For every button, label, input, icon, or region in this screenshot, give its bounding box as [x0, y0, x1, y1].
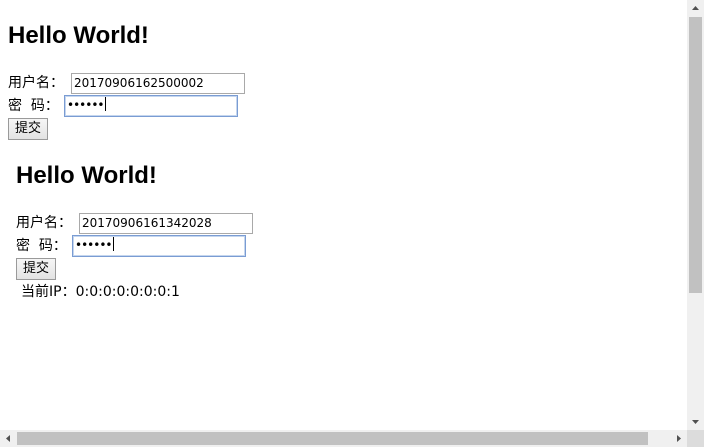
password-label-1: 密 码： [8, 98, 59, 114]
current-ip-label: 当前IP： [21, 284, 76, 300]
username-label-2: 用户名： [16, 215, 72, 231]
username-value-2: 20170906161342028 [82, 216, 212, 230]
text-caret [105, 97, 107, 111]
scroll-right-arrow-icon[interactable] [670, 430, 687, 447]
scrollbar-corner [687, 430, 704, 447]
password-input-2[interactable]: •••••• [72, 235, 246, 257]
username-input-2[interactable]: 20170906161342028 [79, 213, 253, 234]
password-mask-1: •••••• [67, 98, 104, 112]
vertical-scroll-thumb[interactable] [689, 17, 702, 293]
text-caret [113, 237, 115, 251]
horizontal-scrollbar[interactable] [0, 430, 687, 447]
submit-button-1[interactable]: 提交 [8, 118, 49, 140]
submit-button-2[interactable]: 提交 [16, 258, 57, 280]
page-content: Hello World! 用户名： 20170906162500002 密 码：… [0, 0, 687, 430]
page-heading-1: Hello World! [8, 22, 149, 49]
scroll-up-arrow-icon[interactable] [687, 0, 704, 17]
password-label-2: 密 码： [16, 238, 67, 254]
scroll-down-arrow-icon[interactable] [687, 413, 704, 430]
password-mask-2: •••••• [75, 238, 112, 252]
username-input-1[interactable]: 20170906162500002 [71, 73, 245, 94]
username-value-1: 20170906162500002 [74, 76, 204, 90]
scroll-left-arrow-icon[interactable] [0, 430, 17, 447]
password-input-1[interactable]: •••••• [64, 95, 238, 117]
username-label-1: 用户名： [8, 75, 64, 91]
current-ip-value: 0:0:0:0:0:0:0:1 [75, 284, 180, 300]
current-ip-line: 当前IP：0:0:0:0:0:0:0:1 [21, 283, 180, 301]
vertical-scrollbar[interactable] [687, 0, 704, 430]
page-heading-2: Hello World! [16, 162, 157, 189]
horizontal-scroll-thumb[interactable] [17, 432, 648, 445]
